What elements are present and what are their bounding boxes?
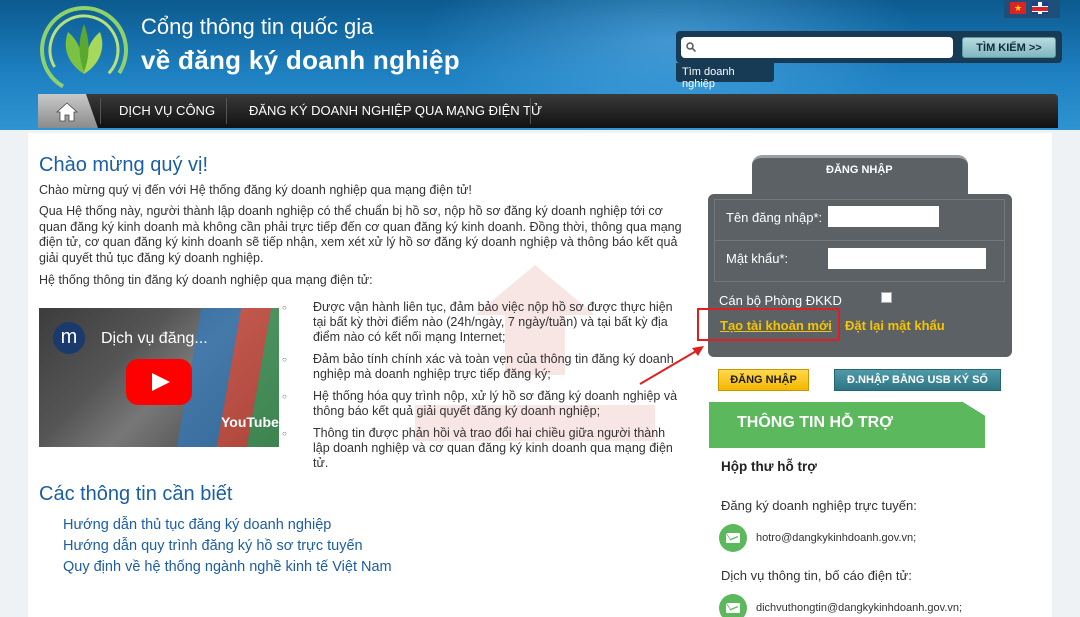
vn-flag-icon[interactable]: ★: [1010, 2, 1026, 14]
video-title[interactable]: Dịch vụ đăng...: [101, 330, 208, 348]
support-item-label: Đăng ký doanh nghiệp trực tuyến:: [721, 498, 917, 513]
list-item: Thông tin được phản hồi và trao đổi hai …: [282, 426, 680, 471]
support-email-link[interactable]: hotro@dangkykinhdoanh.gov.vn;: [756, 532, 916, 544]
list-item: Hệ thống hóa quy trình nộp, xử lý hồ sơ …: [282, 389, 680, 419]
nav-separator: [100, 98, 101, 124]
reset-password-link[interactable]: Đặt lại mật khẩu: [845, 318, 945, 333]
youtube-logo[interactable]: YouTube: [221, 414, 279, 430]
list-item: Được vận hành liên tục, đảm bảo việc nộp…: [282, 300, 680, 345]
mail-icon: [719, 524, 747, 552]
site-title-line1: Cổng thông tin quốc gia: [141, 14, 374, 39]
welcome-paragraph: Chào mừng quý vị đến với Hệ thống đăng k…: [39, 183, 472, 197]
annotation-arrow-icon: [639, 346, 704, 385]
play-icon[interactable]: [126, 359, 192, 405]
username-label: Tên đăng nhập*:: [726, 210, 823, 225]
intro-paragraph: Qua Hệ thống này, người thành lập doanh …: [39, 204, 682, 265]
staff-checkbox-label: Cán bộ Phòng ĐKKD: [719, 293, 842, 308]
info-link[interactable]: Quy định về hệ thống ngành nghề kinh tế …: [63, 559, 392, 575]
list-item: Đảm bảo tính chính xác và toàn vẹn của t…: [282, 352, 680, 382]
login-button[interactable]: ĐĂNG NHẬP: [718, 369, 809, 391]
channel-avatar[interactable]: m: [53, 322, 85, 354]
staff-checkbox[interactable]: [881, 292, 892, 303]
password-input[interactable]: [828, 248, 986, 269]
nav-item-online-registration[interactable]: ĐĂNG KÝ DOANH NGHIỆP QUA MẠNG ĐIỆN TỬ: [249, 103, 542, 118]
portal-logo[interactable]: [38, 4, 130, 96]
password-label: Mật khẩu*:: [726, 251, 789, 266]
uk-flag-icon[interactable]: [1032, 2, 1048, 14]
search-button[interactable]: TÌM KIẾM >>: [962, 37, 1056, 58]
support-item-label: Dịch vụ thông tin, bố cáo điện tử:: [721, 568, 912, 583]
search-icon: [686, 42, 696, 52]
video-embed[interactable]: m Dịch vụ đăng... YouTube: [39, 308, 279, 447]
nav-item-public-services[interactable]: DỊCH VỤ CÔNG: [119, 103, 215, 118]
nav-separator: [530, 98, 531, 124]
home-icon[interactable]: [56, 102, 78, 122]
search-tab-company[interactable]: Tìm doanh nghiệp: [676, 63, 774, 90]
login-tab: [752, 155, 968, 197]
support-email-link[interactable]: dichvuthongtin@dangkykinhdoanh.gov.vn;: [756, 602, 962, 614]
site-title-line2: về đăng ký doanh nghiệp: [141, 45, 460, 75]
welcome-title: Chào mừng quý vị!: [39, 154, 209, 176]
login-tab-label: ĐĂNG NHẬP: [826, 164, 893, 176]
info-link[interactable]: Hướng dẫn quy trình đăng ký hồ sơ trực t…: [63, 538, 363, 554]
support-title: THÔNG TIN HỖ TRỢ: [737, 414, 893, 431]
username-input[interactable]: [828, 206, 939, 227]
feature-list: Được vận hành liên tục, đảm bảo việc nộp…: [282, 300, 680, 478]
support-subtitle: Hộp thư hỗ trợ: [721, 459, 817, 474]
search-input[interactable]: [681, 37, 953, 58]
system-intro-paragraph: Hệ thống thông tin đăng ký doanh nghiệp …: [39, 273, 373, 287]
info-link[interactable]: Hướng dẫn thủ tục đăng ký doanh nghiệp: [63, 517, 331, 533]
language-switcher: ★: [1004, 0, 1060, 18]
annotation-highlight-box: [697, 308, 840, 341]
nav-separator: [226, 98, 227, 124]
usb-login-button[interactable]: Đ.NHẬP BẰNG USB KÝ SỐ: [834, 369, 1001, 391]
mail-icon: [719, 594, 747, 617]
info-section-title: Các thông tin cần biết: [39, 483, 233, 505]
